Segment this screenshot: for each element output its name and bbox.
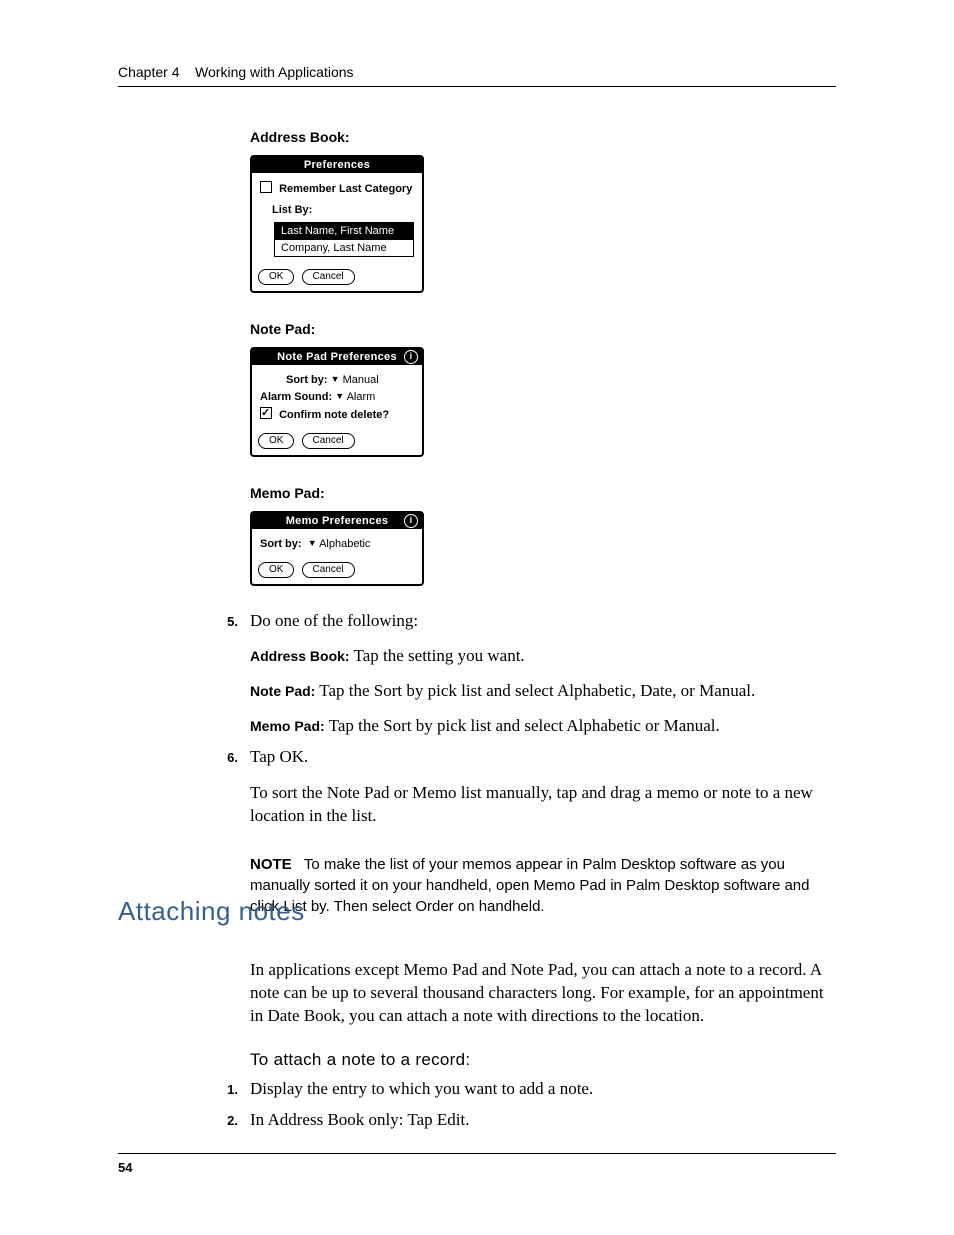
list-by-option-selected[interactable]: Last Name, First Name bbox=[275, 223, 413, 240]
address-book-label: Address Book: bbox=[250, 129, 836, 145]
step-5a-text: Tap the setting you want. bbox=[354, 646, 525, 665]
step-number: 1. bbox=[220, 1078, 238, 1101]
sort-by-label: Sort by: bbox=[286, 374, 328, 386]
note-pad-preferences-dialog: Note Pad Preferences i Sort by: ▼ Manual… bbox=[250, 347, 424, 457]
alarm-sound-value[interactable]: Alarm bbox=[347, 391, 376, 403]
step-6-text: Tap OK. bbox=[250, 747, 308, 766]
cancel-button[interactable]: Cancel bbox=[302, 562, 355, 578]
info-icon[interactable]: i bbox=[404, 514, 418, 528]
list-by-option[interactable]: Company, Last Name bbox=[275, 240, 413, 257]
step-5c-text: Tap the Sort by pick list and select Alp… bbox=[329, 716, 720, 735]
ok-button[interactable]: OK bbox=[258, 433, 294, 449]
ok-button[interactable]: OK bbox=[258, 562, 294, 578]
step-5b-label: Note Pad: bbox=[250, 683, 315, 699]
step-5a-label: Address Book: bbox=[250, 648, 350, 664]
list-by-label: List By: bbox=[272, 204, 312, 216]
dialog-title: Memo Preferences bbox=[286, 515, 389, 527]
chevron-down-icon[interactable]: ▼ bbox=[335, 391, 344, 401]
note-label: NOTE bbox=[250, 856, 292, 873]
confirm-delete-checkbox[interactable] bbox=[260, 407, 272, 419]
chevron-down-icon[interactable]: ▼ bbox=[308, 538, 317, 548]
step-5c-label: Memo Pad: bbox=[250, 718, 325, 734]
substep-2-text: In Address Book only: Tap Edit. bbox=[250, 1110, 470, 1129]
list-by-listbox[interactable]: Last Name, First Name Company, Last Name bbox=[274, 222, 414, 258]
sort-by-value[interactable]: Manual bbox=[343, 374, 379, 386]
running-header: Chapter 4 Working with Applications bbox=[118, 64, 836, 87]
note-pad-label: Note Pad: bbox=[250, 321, 836, 337]
step-number: 6. bbox=[220, 746, 238, 769]
memo-pad-label: Memo Pad: bbox=[250, 485, 836, 501]
attaching-notes-intro: In applications except Memo Pad and Note… bbox=[250, 959, 836, 1028]
chapter-title: Working with Applications bbox=[195, 64, 353, 80]
note-text: To make the list of your memos appear in… bbox=[250, 856, 809, 915]
step-number: 5. bbox=[220, 610, 238, 738]
address-book-preferences-dialog: Preferences Remember Last Category List … bbox=[250, 155, 424, 293]
chevron-down-icon[interactable]: ▼ bbox=[331, 374, 340, 384]
confirm-delete-label: Confirm note delete? bbox=[279, 409, 389, 421]
manual-sort-paragraph: To sort the Note Pad or Memo list manual… bbox=[250, 782, 836, 828]
step-5b-text: Tap the Sort by pick list and select Alp… bbox=[319, 681, 755, 700]
alarm-sound-label: Alarm Sound: bbox=[260, 391, 332, 403]
page-number: 54 bbox=[118, 1153, 836, 1175]
ok-button[interactable]: OK bbox=[258, 269, 294, 285]
step-5-lead: Do one of the following: bbox=[250, 610, 836, 633]
dialog-title: Preferences bbox=[252, 157, 422, 173]
remember-last-category-checkbox[interactable] bbox=[260, 181, 272, 193]
sort-by-value[interactable]: Alphabetic bbox=[319, 538, 370, 550]
subhead-to-attach: To attach a note to a record: bbox=[250, 1050, 836, 1070]
remember-last-category-label: Remember Last Category bbox=[279, 183, 412, 195]
step-number: 2. bbox=[220, 1109, 238, 1132]
cancel-button[interactable]: Cancel bbox=[302, 433, 355, 449]
info-icon[interactable]: i bbox=[404, 350, 418, 364]
dialog-title: Note Pad Preferences bbox=[277, 351, 397, 363]
cancel-button[interactable]: Cancel bbox=[302, 269, 355, 285]
chapter-label: Chapter 4 bbox=[118, 64, 179, 80]
memo-preferences-dialog: Memo Preferences i Sort by: ▼ Alphabetic… bbox=[250, 511, 424, 586]
note-block: NOTE To make the list of your memos appe… bbox=[250, 854, 836, 917]
sort-by-label: Sort by: bbox=[260, 538, 302, 550]
substep-1-text: Display the entry to which you want to a… bbox=[250, 1079, 593, 1098]
section-heading-attaching-notes: Attaching notes bbox=[118, 896, 305, 927]
